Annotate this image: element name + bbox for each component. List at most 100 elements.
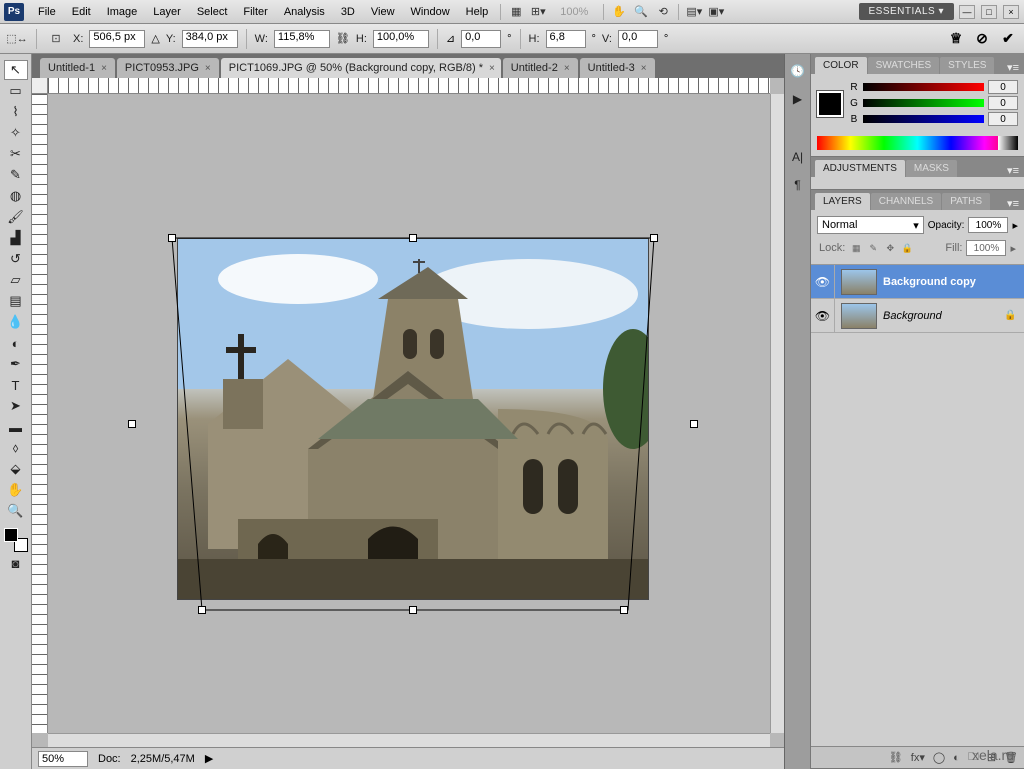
menu-help[interactable]: Help (458, 3, 497, 21)
menu-window[interactable]: Window (403, 3, 458, 21)
tab-untitled-3[interactable]: Untitled-3× (580, 58, 655, 78)
panel-menu-icon[interactable]: ▾≡ (1002, 164, 1024, 177)
transform-handle-mid-right[interactable] (690, 420, 698, 428)
tab-adjustments[interactable]: ADJUSTMENTS (815, 160, 905, 177)
history-panel-icon[interactable]: 🕓 (789, 62, 807, 80)
tab-untitled-2[interactable]: Untitled-2× (503, 58, 578, 78)
dodge-tool[interactable]: ◐ (4, 333, 28, 353)
tab-layers[interactable]: LAYERS (815, 193, 870, 210)
fill-flyout-icon[interactable]: ▸ (1010, 242, 1016, 255)
move-tool[interactable]: ↖ (4, 60, 28, 80)
transform-handle-mid-left[interactable] (128, 420, 136, 428)
layer-style-icon[interactable]: fx▾ (911, 751, 925, 764)
layer-row[interactable]: 👁 Background copy (811, 265, 1024, 299)
layer-thumbnail[interactable] (841, 269, 877, 295)
close-icon[interactable]: × (641, 63, 647, 74)
path-selection-tool[interactable]: ➤ (4, 396, 28, 416)
lock-all-icon[interactable]: 🔒 (900, 241, 914, 255)
maximize-button[interactable]: □ (981, 5, 997, 19)
menu-view[interactable]: View (363, 3, 403, 21)
canvas-viewport[interactable] (32, 78, 784, 747)
eraser-tool[interactable]: ▱ (4, 270, 28, 290)
close-icon[interactable]: × (101, 63, 107, 74)
zoom-tool-icon[interactable]: 🔍 (630, 3, 652, 21)
commit-transform-button[interactable]: ✔ (998, 29, 1018, 49)
layer-row[interactable]: 👁 Background 🔒 (811, 299, 1024, 333)
lock-position-icon[interactable]: ✥ (883, 241, 897, 255)
character-panel-icon[interactable]: A| (789, 148, 807, 166)
tab-paths[interactable]: PATHS (942, 193, 990, 210)
layer-thumbnail[interactable] (841, 303, 877, 329)
blue-value[interactable]: 0 (988, 112, 1018, 126)
close-icon[interactable]: × (564, 63, 570, 74)
arrange-docs-icon[interactable]: ▤▾ (683, 3, 705, 21)
menu-3d[interactable]: 3D (333, 3, 363, 21)
magic-wand-tool[interactable]: ✧ (4, 123, 28, 143)
layer-name[interactable]: Background copy (883, 276, 1024, 288)
pen-tool[interactable]: ✒ (4, 354, 28, 374)
link-layers-icon[interactable]: ⛓ (889, 751, 903, 764)
blue-slider[interactable] (863, 115, 984, 123)
horizontal-ruler[interactable] (48, 78, 770, 94)
link-icon[interactable]: ⛓ (336, 32, 350, 45)
tab-channels[interactable]: CHANNELS (871, 193, 941, 210)
zoom-field[interactable]: 50% (38, 751, 88, 767)
paragraph-panel-icon[interactable]: ¶ (789, 176, 807, 194)
close-button[interactable]: × (1003, 5, 1019, 19)
adjustment-layer-icon[interactable]: ◐ (953, 752, 960, 764)
tab-styles[interactable]: STYLES (940, 57, 994, 74)
3d-tool[interactable]: ⬨ (4, 438, 28, 458)
hand-tool[interactable]: ✋ (4, 480, 28, 500)
eyedropper-tool[interactable]: ✎ (4, 165, 28, 185)
transform-handle-bottom-right[interactable] (620, 606, 628, 614)
ruler-origin[interactable] (32, 78, 48, 94)
menu-file[interactable]: File (30, 3, 64, 21)
lasso-tool[interactable]: ⌇ (4, 102, 28, 122)
type-tool[interactable]: T (4, 375, 28, 395)
transform-tool-icon[interactable]: ⬚↔ (6, 30, 28, 48)
layer-mask-icon[interactable]: ◯ (933, 751, 945, 764)
rotate-view-icon[interactable]: ⟲ (652, 3, 674, 21)
vertical-ruler[interactable] (32, 94, 48, 733)
minimize-button[interactable]: — (959, 5, 975, 19)
warp-mode-icon[interactable]: ♕ (946, 29, 966, 49)
green-slider[interactable] (863, 99, 984, 107)
opacity-input[interactable]: 100% (968, 217, 1008, 233)
red-slider[interactable] (863, 83, 984, 91)
tab-color[interactable]: COLOR (815, 57, 867, 74)
tab-pict0953[interactable]: PICT0953.JPG× (117, 58, 219, 78)
color-swatches[interactable] (4, 528, 28, 552)
screen-mode-icon[interactable]: ▣▾ (705, 3, 727, 21)
tab-swatches[interactable]: SWATCHES (868, 57, 940, 74)
transform-handle-bottom-left[interactable] (198, 606, 206, 614)
hskew-input[interactable]: 6,8 (546, 30, 586, 48)
blend-mode-select[interactable]: Normal▾ (817, 216, 924, 234)
menu-filter[interactable]: Filter (235, 3, 275, 21)
healing-brush-tool[interactable]: ◍ (4, 186, 28, 206)
color-panel-swatch[interactable] (817, 91, 843, 117)
crop-tool[interactable]: ✂ (4, 144, 28, 164)
horizontal-scrollbar[interactable] (48, 733, 770, 747)
red-value[interactable]: 0 (988, 80, 1018, 94)
menu-image[interactable]: Image (99, 3, 146, 21)
reference-point-icon[interactable]: ⊡ (45, 30, 67, 48)
marquee-tool[interactable]: ▭ (4, 81, 28, 101)
height-input[interactable]: 100,0% (373, 30, 429, 48)
vertical-scrollbar[interactable] (770, 94, 784, 733)
tab-pict1069[interactable]: PICT1069.JPG @ 50% (Background copy, RGB… (221, 58, 501, 78)
history-brush-tool[interactable]: ↺ (4, 249, 28, 269)
view-extras-icon[interactable]: ⊞▾ (527, 3, 549, 21)
lock-pixels-icon[interactable]: ✎ (866, 241, 880, 255)
visibility-eye-icon[interactable]: 👁 (815, 275, 830, 289)
brush-tool[interactable]: 🖌 (4, 207, 28, 227)
foreground-swatch[interactable] (4, 528, 18, 542)
green-value[interactable]: 0 (988, 96, 1018, 110)
close-icon[interactable]: × (205, 63, 211, 74)
hand-tool-icon[interactable]: ✋ (608, 3, 630, 21)
menu-edit[interactable]: Edit (64, 3, 99, 21)
transform-handle-bottom-mid[interactable] (409, 606, 417, 614)
status-menu-icon[interactable]: ▶ (205, 752, 213, 765)
zoom-tool[interactable]: 🔍 (4, 501, 28, 521)
fill-input[interactable]: 100% (966, 240, 1006, 256)
width-input[interactable]: 115,8% (274, 30, 330, 48)
